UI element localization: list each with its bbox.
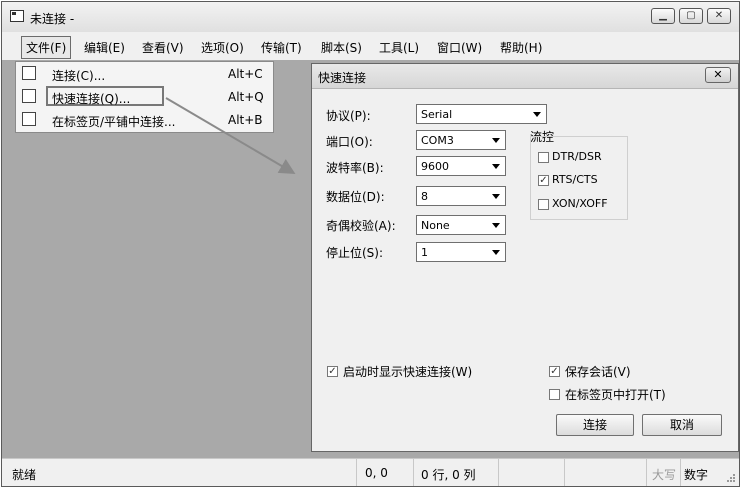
menu-view[interactable]: 查看(V) bbox=[142, 39, 184, 56]
protocol-select[interactable]: Serial bbox=[416, 104, 547, 124]
menu-item-shortcut: Alt+Q bbox=[228, 90, 264, 104]
save-session-label: 保存会话(V) bbox=[565, 365, 631, 379]
close-icon: ✕ bbox=[714, 10, 724, 21]
quick-connect-icon bbox=[22, 89, 36, 103]
chevron-down-icon bbox=[492, 250, 500, 255]
dialog-title-bar: 快速连接 ✕ bbox=[312, 64, 738, 89]
parity-select[interactable]: None bbox=[416, 215, 506, 235]
baud-value: 9600 bbox=[421, 160, 449, 173]
menu-item-connect[interactable]: 连接(C)... Alt+C bbox=[16, 63, 273, 85]
xon-xoff-label: XON/XOFF bbox=[552, 197, 608, 210]
close-window-button[interactable]: ✕ bbox=[707, 8, 731, 24]
save-session-checkbox[interactable]: ✓ bbox=[549, 366, 560, 377]
baud-label: 波特率(B): bbox=[326, 161, 384, 175]
menu-help[interactable]: 帮助(H) bbox=[500, 39, 542, 56]
menu-script[interactable]: 脚本(S) bbox=[321, 39, 362, 56]
window-controls: ▁ ▢ ✕ bbox=[651, 8, 731, 24]
app-window: 未连接 - ▁ ▢ ✕ 文件(F) 编辑(E) 查看(V) 选项(O) 传输(T… bbox=[1, 1, 740, 487]
show-on-startup-label: 启动时显示快速连接(W) bbox=[343, 365, 473, 379]
chevron-down-icon bbox=[492, 164, 500, 169]
window-title: 未连接 - bbox=[30, 12, 75, 26]
protocol-value: Serial bbox=[421, 108, 453, 121]
status-bar: 就绪 0, 0 0 行, 0 列 大写 数字 bbox=[2, 458, 739, 486]
databits-select[interactable]: 8 bbox=[416, 186, 506, 206]
menu-item-label: 连接(C)... bbox=[52, 69, 106, 83]
rts-cts-checkbox[interactable]: ✓ bbox=[538, 175, 549, 186]
status-divider bbox=[498, 459, 499, 486]
baud-select[interactable]: 9600 bbox=[416, 156, 506, 176]
port-select[interactable]: COM3 bbox=[416, 130, 506, 150]
rows-cols: 0 行, 0 列 bbox=[421, 468, 476, 482]
open-in-tab-label: 在标签页中打开(T) bbox=[565, 388, 666, 402]
status-divider bbox=[413, 459, 414, 486]
menu-edit[interactable]: 编辑(E) bbox=[84, 39, 125, 56]
status-text: 就绪 bbox=[12, 468, 37, 482]
minimize-button[interactable]: ▁ bbox=[651, 8, 675, 24]
num-lock-indicator: 数字 bbox=[684, 468, 709, 482]
maximize-icon: ▢ bbox=[686, 10, 696, 21]
dtr-dsr-checkbox[interactable] bbox=[538, 152, 549, 163]
databits-label: 数据位(D): bbox=[326, 190, 385, 204]
connect-button[interactable]: 连接 bbox=[556, 414, 634, 436]
menu-transfer[interactable]: 传输(T) bbox=[261, 39, 302, 56]
chevron-down-icon bbox=[533, 112, 541, 117]
stopbits-value: 1 bbox=[421, 246, 428, 259]
quick-connect-dialog: 快速连接 ✕ 协议(P): Serial 端口(O): COM3 波特率(B):… bbox=[311, 63, 739, 452]
stopbits-label: 停止位(S): bbox=[326, 246, 384, 260]
menu-item-shortcut: Alt+C bbox=[228, 67, 263, 81]
rts-cts-label: RTS/CTS bbox=[552, 173, 598, 186]
connect-icon bbox=[22, 66, 36, 80]
status-divider bbox=[356, 459, 357, 486]
caps-lock-indicator: 大写 bbox=[652, 468, 677, 482]
menu-item-label: 在标签页/平铺中连接... bbox=[52, 115, 176, 129]
menu-item-quick-connect[interactable]: 快速连接(Q)... Alt+Q bbox=[16, 86, 273, 108]
protocol-label: 协议(P): bbox=[326, 109, 371, 123]
parity-label: 奇偶校验(A): bbox=[326, 219, 396, 233]
open-in-tab-checkbox[interactable] bbox=[549, 389, 560, 400]
connect-in-tab-icon bbox=[22, 112, 36, 126]
title-bar: 未连接 - ▁ ▢ ✕ bbox=[2, 2, 739, 32]
menu-bar: 文件(F) 编辑(E) 查看(V) 选项(O) 传输(T) 脚本(S) 工具(L… bbox=[2, 32, 739, 60]
menu-file[interactable]: 文件(F) bbox=[21, 36, 72, 59]
minimize-icon: ▁ bbox=[659, 10, 667, 21]
show-on-startup-checkbox[interactable]: ✓ bbox=[327, 366, 338, 377]
databits-value: 8 bbox=[421, 190, 428, 203]
file-dropdown-menu: 连接(C)... Alt+C 快速连接(Q)... Alt+Q 在标签页/平铺中… bbox=[15, 61, 274, 133]
cancel-button[interactable]: 取消 bbox=[642, 414, 722, 436]
status-divider bbox=[680, 459, 681, 486]
parity-value: None bbox=[421, 219, 450, 232]
port-label: 端口(O): bbox=[326, 135, 373, 149]
dialog-title: 快速连接 bbox=[318, 71, 367, 85]
chevron-down-icon bbox=[492, 194, 500, 199]
close-icon: ✕ bbox=[713, 68, 723, 81]
stopbits-select[interactable]: 1 bbox=[416, 242, 506, 262]
dialog-close-button[interactable]: ✕ bbox=[705, 67, 731, 83]
menu-item-label: 快速连接(Q)... bbox=[52, 92, 131, 106]
menu-item-connect-in-tab[interactable]: 在标签页/平铺中连接... Alt+B bbox=[16, 109, 273, 131]
status-divider bbox=[564, 459, 565, 486]
menu-options[interactable]: 选项(O) bbox=[201, 39, 244, 56]
resize-grip-icon[interactable] bbox=[726, 473, 736, 483]
maximize-button[interactable]: ▢ bbox=[679, 8, 703, 24]
chevron-down-icon bbox=[492, 138, 500, 143]
status-divider bbox=[646, 459, 647, 486]
xon-xoff-checkbox[interactable] bbox=[538, 199, 549, 210]
menu-item-shortcut: Alt+B bbox=[228, 113, 263, 127]
dtr-dsr-label: DTR/DSR bbox=[552, 150, 602, 163]
menu-window[interactable]: 窗口(W) bbox=[437, 39, 482, 56]
chevron-down-icon bbox=[492, 223, 500, 228]
menu-tools[interactable]: 工具(L) bbox=[379, 39, 419, 56]
port-value: COM3 bbox=[421, 134, 454, 147]
app-icon bbox=[10, 10, 24, 22]
cursor-position: 0, 0 bbox=[365, 466, 388, 480]
